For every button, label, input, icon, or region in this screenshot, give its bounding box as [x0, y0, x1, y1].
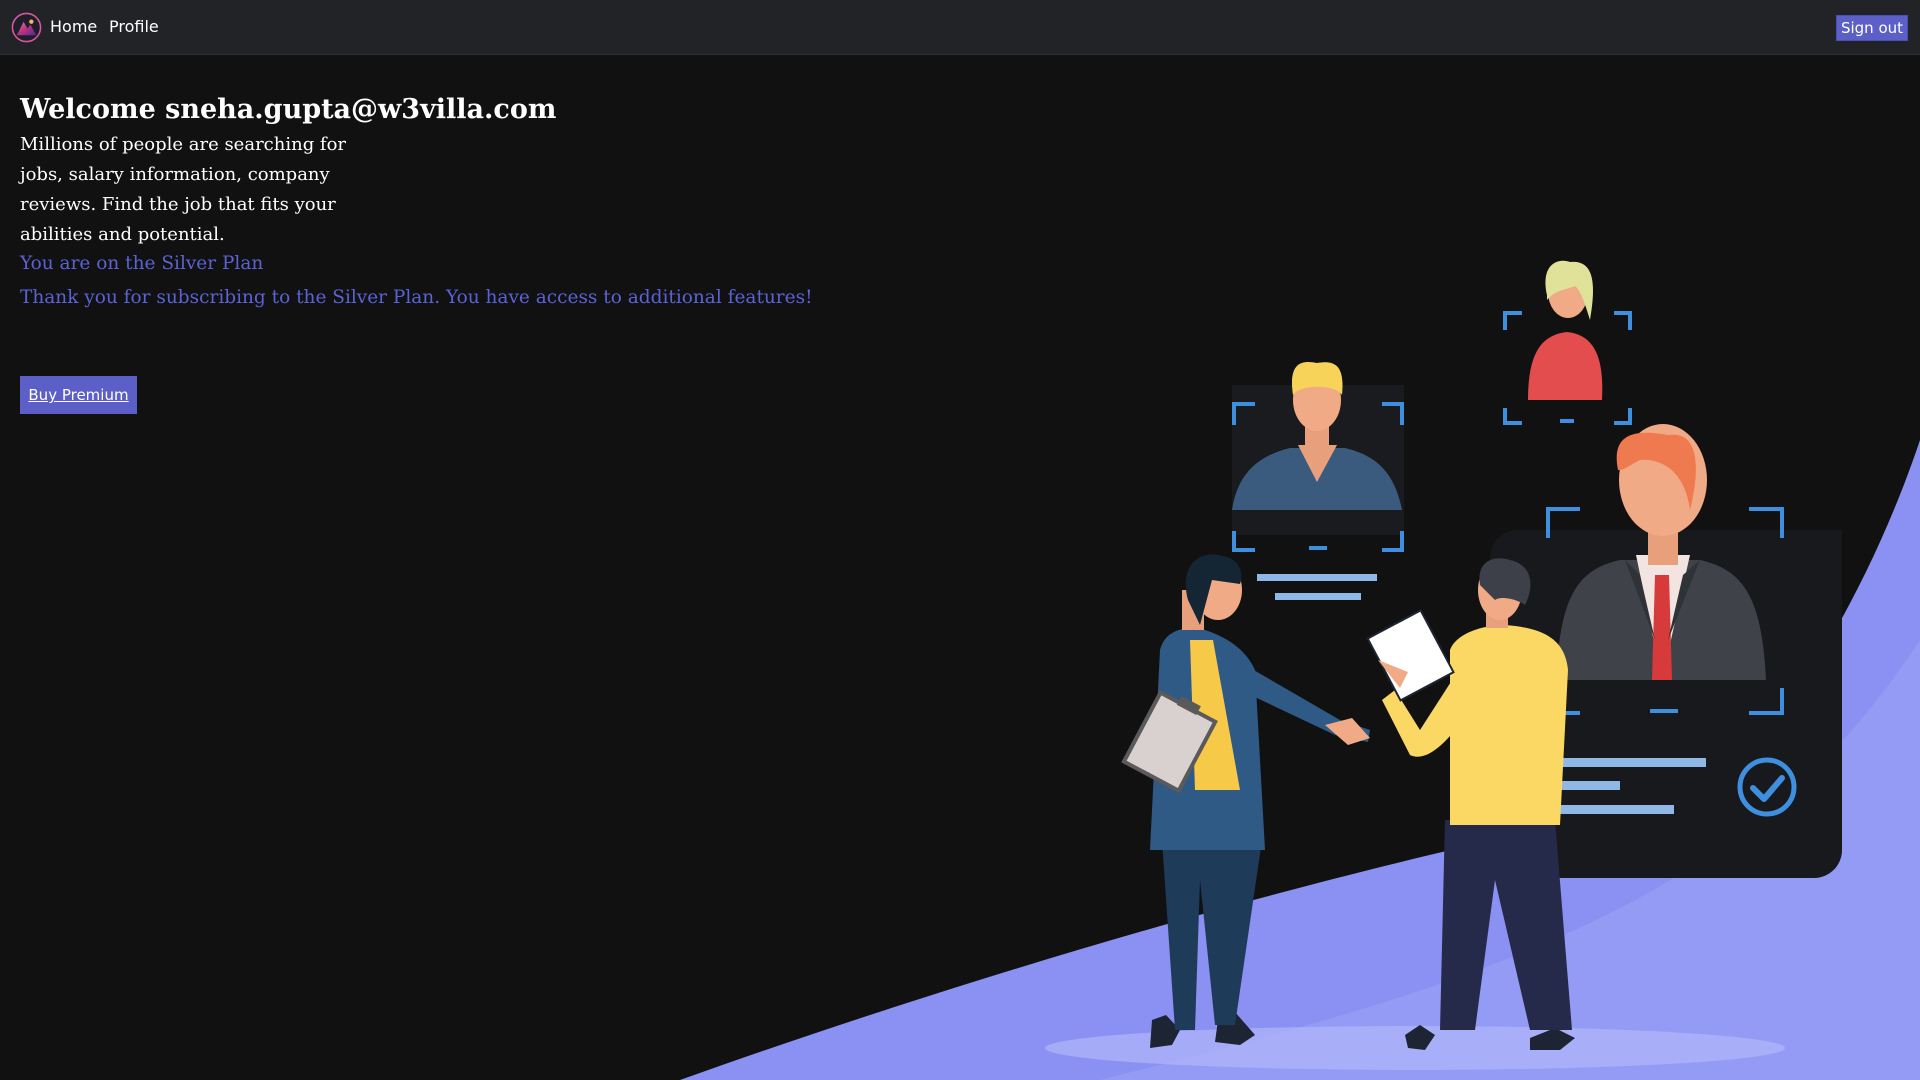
- subscription-thanks-text: Thank you for subscribing to the Silver …: [20, 287, 813, 308]
- buy-premium-button[interactable]: Buy Premium: [20, 376, 137, 414]
- app-logo-icon[interactable]: [11, 12, 42, 43]
- plan-status-text: You are on the Silver Plan: [20, 253, 264, 274]
- check-icon: [1737, 757, 1797, 817]
- welcome-heading: Welcome sneha.gupta@w3villa.com: [20, 94, 557, 125]
- sign-out-button[interactable]: Sign out: [1836, 15, 1908, 41]
- nav-profile-link[interactable]: Profile: [109, 17, 159, 37]
- nav-home-link[interactable]: Home: [50, 17, 97, 37]
- top-navbar: Home Profile Sign out: [0, 0, 1920, 55]
- background-wave: [680, 440, 1920, 1080]
- welcome-section: Welcome sneha.gupta@w3villa.com Millions…: [20, 90, 813, 312]
- candidate-card: [1490, 530, 1842, 878]
- intro-text: Millions of people are searching for job…: [20, 134, 347, 245]
